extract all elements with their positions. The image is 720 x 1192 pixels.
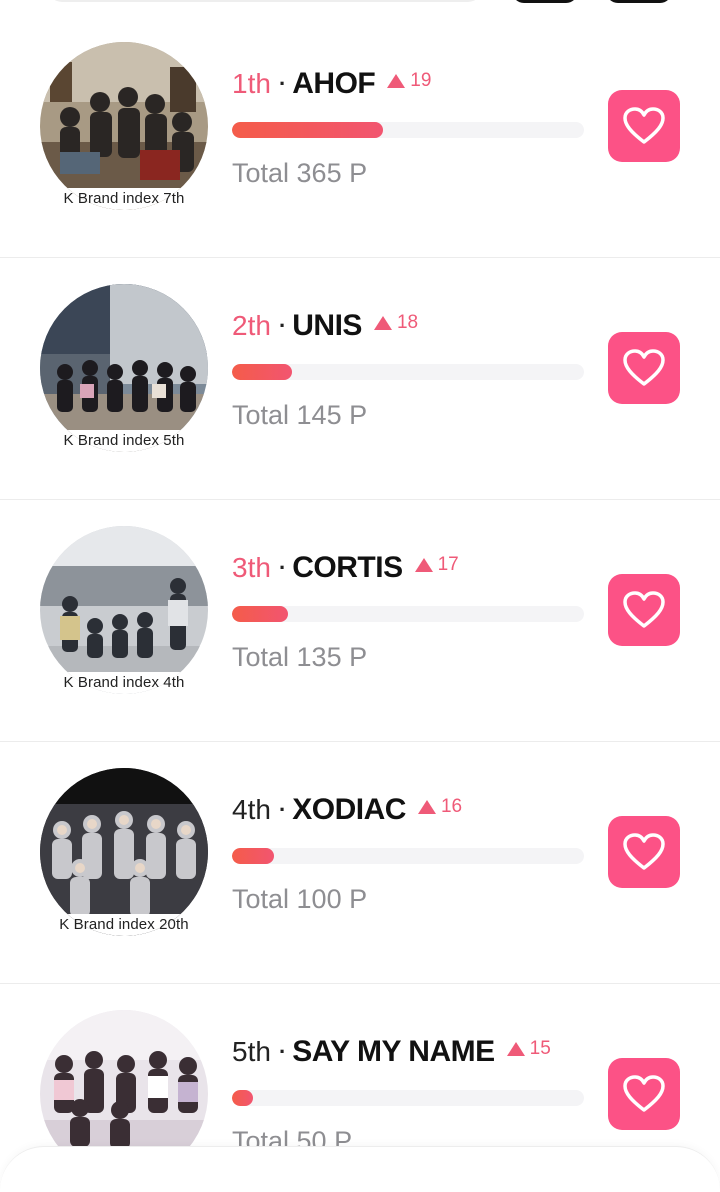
total-points: Total 365 P	[232, 158, 368, 188]
separator-dot: ·	[278, 1039, 287, 1064]
vote-progress-fill	[232, 606, 289, 622]
ranking-row[interactable]: K Brand index 20th 4th · XODIAC 16 Total…	[0, 742, 720, 984]
total-points: Total 100 P	[232, 884, 368, 914]
toolbar-button[interactable]	[606, 0, 672, 3]
group-name[interactable]: SAY MY NAME	[292, 1035, 495, 1069]
ranking-row[interactable]: K Brand index 7th 1th · AHOF 19 Total 36…	[0, 16, 720, 258]
vote-progress-fill	[232, 1090, 254, 1106]
trend-value: 15	[529, 1038, 551, 1059]
trend-value: 19	[410, 70, 432, 91]
trend-value: 17	[437, 554, 459, 575]
heart-icon	[623, 1075, 665, 1112]
trend-indicator: 18	[373, 312, 419, 334]
rank-line: 5th · SAY MY NAME 15	[232, 1034, 551, 1070]
bottom-sheet[interactable]	[0, 1146, 720, 1192]
vote-progress-bar	[232, 848, 584, 864]
trend-indicator: 16	[417, 796, 463, 818]
vote-heart-button[interactable]	[608, 332, 680, 404]
rank-label: 3th	[232, 552, 271, 583]
vote-progress-bar	[232, 364, 584, 380]
group-name[interactable]: XODIAC	[292, 793, 406, 827]
group-photo-avatar[interactable]	[40, 526, 208, 694]
separator-dot: ·	[278, 71, 287, 96]
ranking-list: K Brand index 7th 1th · AHOF 19 Total 36…	[0, 16, 720, 1192]
brand-index-label: K Brand index 20th	[59, 916, 189, 933]
total-points: Total 135 P	[232, 642, 368, 672]
vote-heart-button[interactable]	[608, 574, 680, 646]
separator-dot: ·	[278, 555, 287, 580]
heart-icon	[623, 591, 665, 628]
rank-line: 4th · XODIAC 16	[232, 792, 462, 828]
triangle-up-icon	[417, 800, 436, 814]
group-name[interactable]: UNIS	[292, 309, 362, 343]
brand-index-label: K Brand index 7th	[63, 190, 185, 207]
ranking-row[interactable]: K Brand index 4th 3th · CORTIS 17 Total …	[0, 500, 720, 742]
heart-icon	[623, 833, 665, 870]
heart-icon	[623, 107, 665, 144]
separator-dot: ·	[278, 313, 287, 338]
vote-progress-bar	[232, 1090, 584, 1106]
group-photo-avatar[interactable]	[40, 42, 208, 210]
rank-line: 3th · CORTIS 17	[232, 550, 459, 586]
rank-label: 5th	[232, 1036, 271, 1067]
trend-indicator: 17	[414, 554, 459, 576]
vote-progress-bar	[232, 122, 584, 138]
vote-progress-fill	[232, 122, 384, 138]
vote-progress-bar	[232, 606, 584, 622]
vote-heart-button[interactable]	[608, 90, 680, 162]
rank-label: 2th	[232, 310, 271, 341]
vote-heart-button[interactable]	[608, 816, 680, 888]
trend-value: 16	[440, 796, 463, 817]
total-points: Total 145 P	[232, 400, 368, 430]
triangle-up-icon	[373, 316, 392, 330]
rank-line: 1th · AHOF 19	[232, 66, 431, 102]
group-photo-avatar[interactable]	[40, 768, 208, 936]
ranking-screen: K Brand index 7th 1th · AHOF 19 Total 36…	[0, 0, 720, 1192]
rank-label: 4th	[232, 794, 271, 825]
vote-progress-fill	[232, 364, 292, 380]
triangle-up-icon	[506, 1042, 525, 1056]
trend-indicator: 19	[387, 70, 431, 92]
triangle-up-icon	[387, 74, 406, 88]
group-photo-avatar[interactable]	[40, 284, 208, 452]
brand-index-label: K Brand index 4th	[63, 674, 185, 691]
rank-label: 1th	[232, 68, 271, 99]
trend-value: 18	[396, 312, 419, 333]
top-toolbar	[0, 0, 720, 3]
vote-progress-fill	[232, 848, 275, 864]
toolbar-button[interactable]	[512, 0, 578, 3]
ranking-row[interactable]: K Brand index 5th 2th · UNIS 18 Total 14…	[0, 258, 720, 500]
trend-indicator: 15	[506, 1038, 551, 1060]
separator-dot: ·	[278, 797, 287, 822]
brand-index-label: K Brand index 5th	[63, 432, 185, 449]
group-name[interactable]: CORTIS	[292, 551, 403, 585]
group-name[interactable]: AHOF	[292, 67, 376, 101]
rank-line: 2th · UNIS 18	[232, 308, 418, 344]
heart-icon	[623, 349, 665, 386]
search-bar[interactable]	[48, 0, 482, 2]
triangle-up-icon	[414, 558, 433, 572]
vote-heart-button[interactable]	[608, 1058, 680, 1130]
